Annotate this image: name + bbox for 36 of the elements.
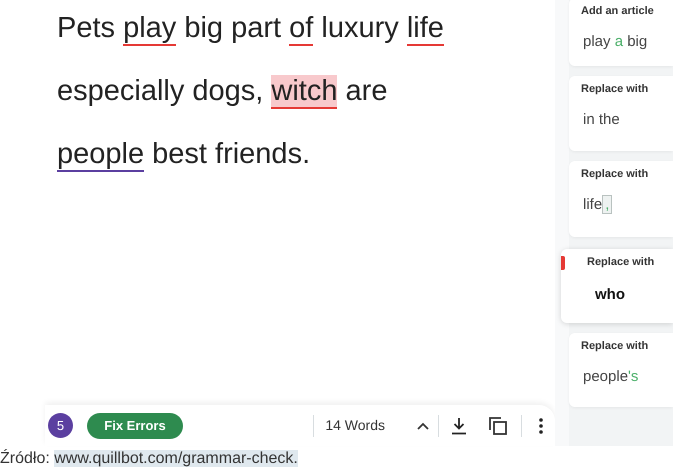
error-word[interactable]: of <box>289 12 314 46</box>
suggestion-label: Replace with <box>587 255 656 269</box>
source-link[interactable]: www.quillbot.com/grammar-check. <box>54 450 298 467</box>
suggestion-text: who <box>594 285 626 305</box>
highlighted-error-word[interactable]: witch <box>271 75 338 109</box>
editor-text: best friends. <box>151 138 310 170</box>
word-count: 14 Words <box>325 416 385 435</box>
fix-errors-button[interactable]: Fix Errors <box>87 412 183 438</box>
suggestion-label: Replace with <box>581 339 650 353</box>
editor-text: Pets <box>57 12 116 44</box>
suggestion-text: people's <box>582 367 640 387</box>
error-word[interactable]: life <box>406 12 444 46</box>
editor-text: luxury <box>320 12 400 44</box>
copy-icon[interactable] <box>489 416 507 434</box>
error-word[interactable]: play <box>123 12 176 46</box>
download-icon[interactable] <box>451 416 467 434</box>
suggestion-text: play a big <box>582 32 648 52</box>
editor-text: especially dogs, <box>57 75 264 107</box>
underlined-word[interactable]: people <box>57 138 144 172</box>
suggestion-card[interactable]: Replace with in the <box>569 76 673 151</box>
suggestion-card[interactable]: Replace with life , <box>569 161 673 237</box>
error-count-badge: 5 <box>48 413 73 438</box>
caption-prefix: Źródło: <box>0 450 51 467</box>
suggestion-card[interactable]: Replace with people's <box>569 333 673 407</box>
suggestion-card[interactable]: Add an article play a big <box>569 0 673 66</box>
selection-marker <box>561 256 565 270</box>
suggestion-card[interactable]: Replace with who <box>561 249 673 323</box>
suggestion-text: life , <box>581 195 673 215</box>
editor-text: are <box>344 75 388 107</box>
more-options-icon[interactable] <box>539 418 543 434</box>
suggestion-label: Replace with <box>581 82 650 96</box>
editor-text: big part <box>183 12 282 44</box>
suggestion-label: Add an article <box>581 4 655 18</box>
caret-up-icon[interactable] <box>417 422 429 430</box>
suggestion-text: in the <box>582 110 621 130</box>
suggestion-label: Replace with <box>581 167 650 181</box>
